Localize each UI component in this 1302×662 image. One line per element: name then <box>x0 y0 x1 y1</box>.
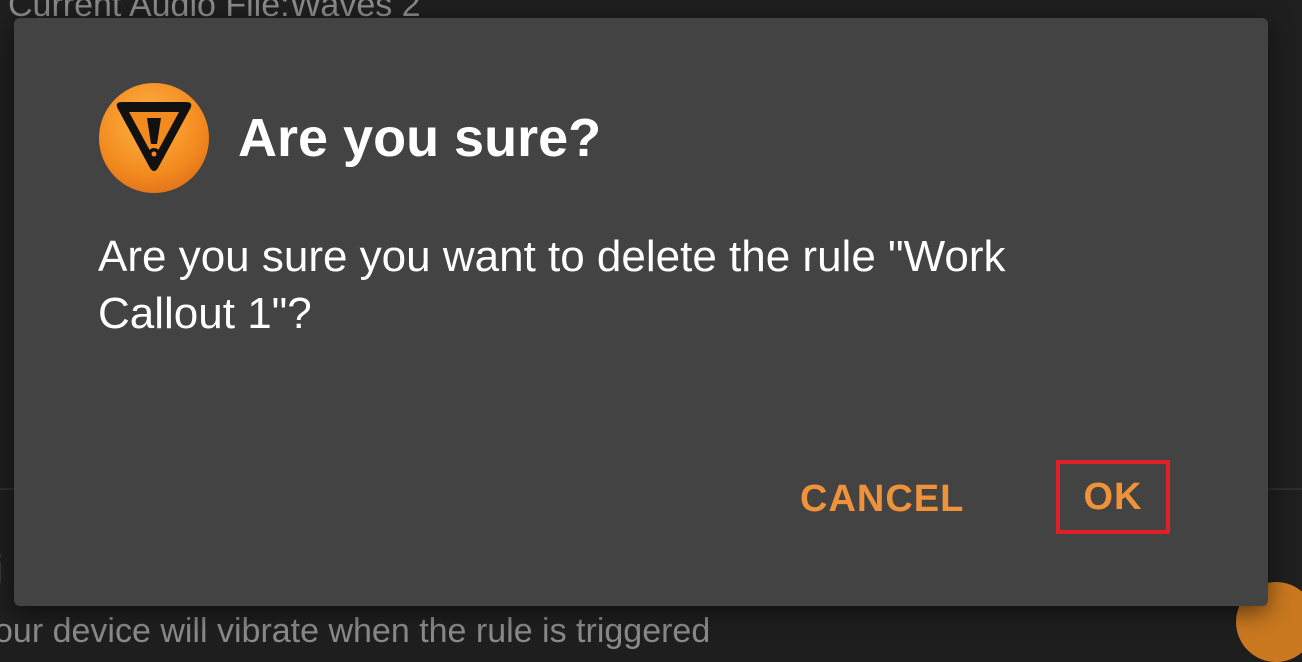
vibrate-setting-description: our device will vibrate when the rule is… <box>0 612 711 650</box>
vibrate-setting-title: i <box>0 548 3 593</box>
dialog-message: Are you sure you want to delete the rule… <box>98 232 1006 338</box>
ok-button[interactable]: OK <box>1056 460 1170 534</box>
dialog-title: Are you sure? <box>238 108 602 168</box>
warning-triangle-icon <box>99 83 209 193</box>
confirm-delete-dialog: Are you sure? Are you sure you want to d… <box>14 18 1268 606</box>
dialog-header: Are you sure? <box>98 82 601 194</box>
dialog-actions: CANCEL OK <box>14 458 1268 538</box>
cancel-button[interactable]: CANCEL <box>800 478 964 521</box>
